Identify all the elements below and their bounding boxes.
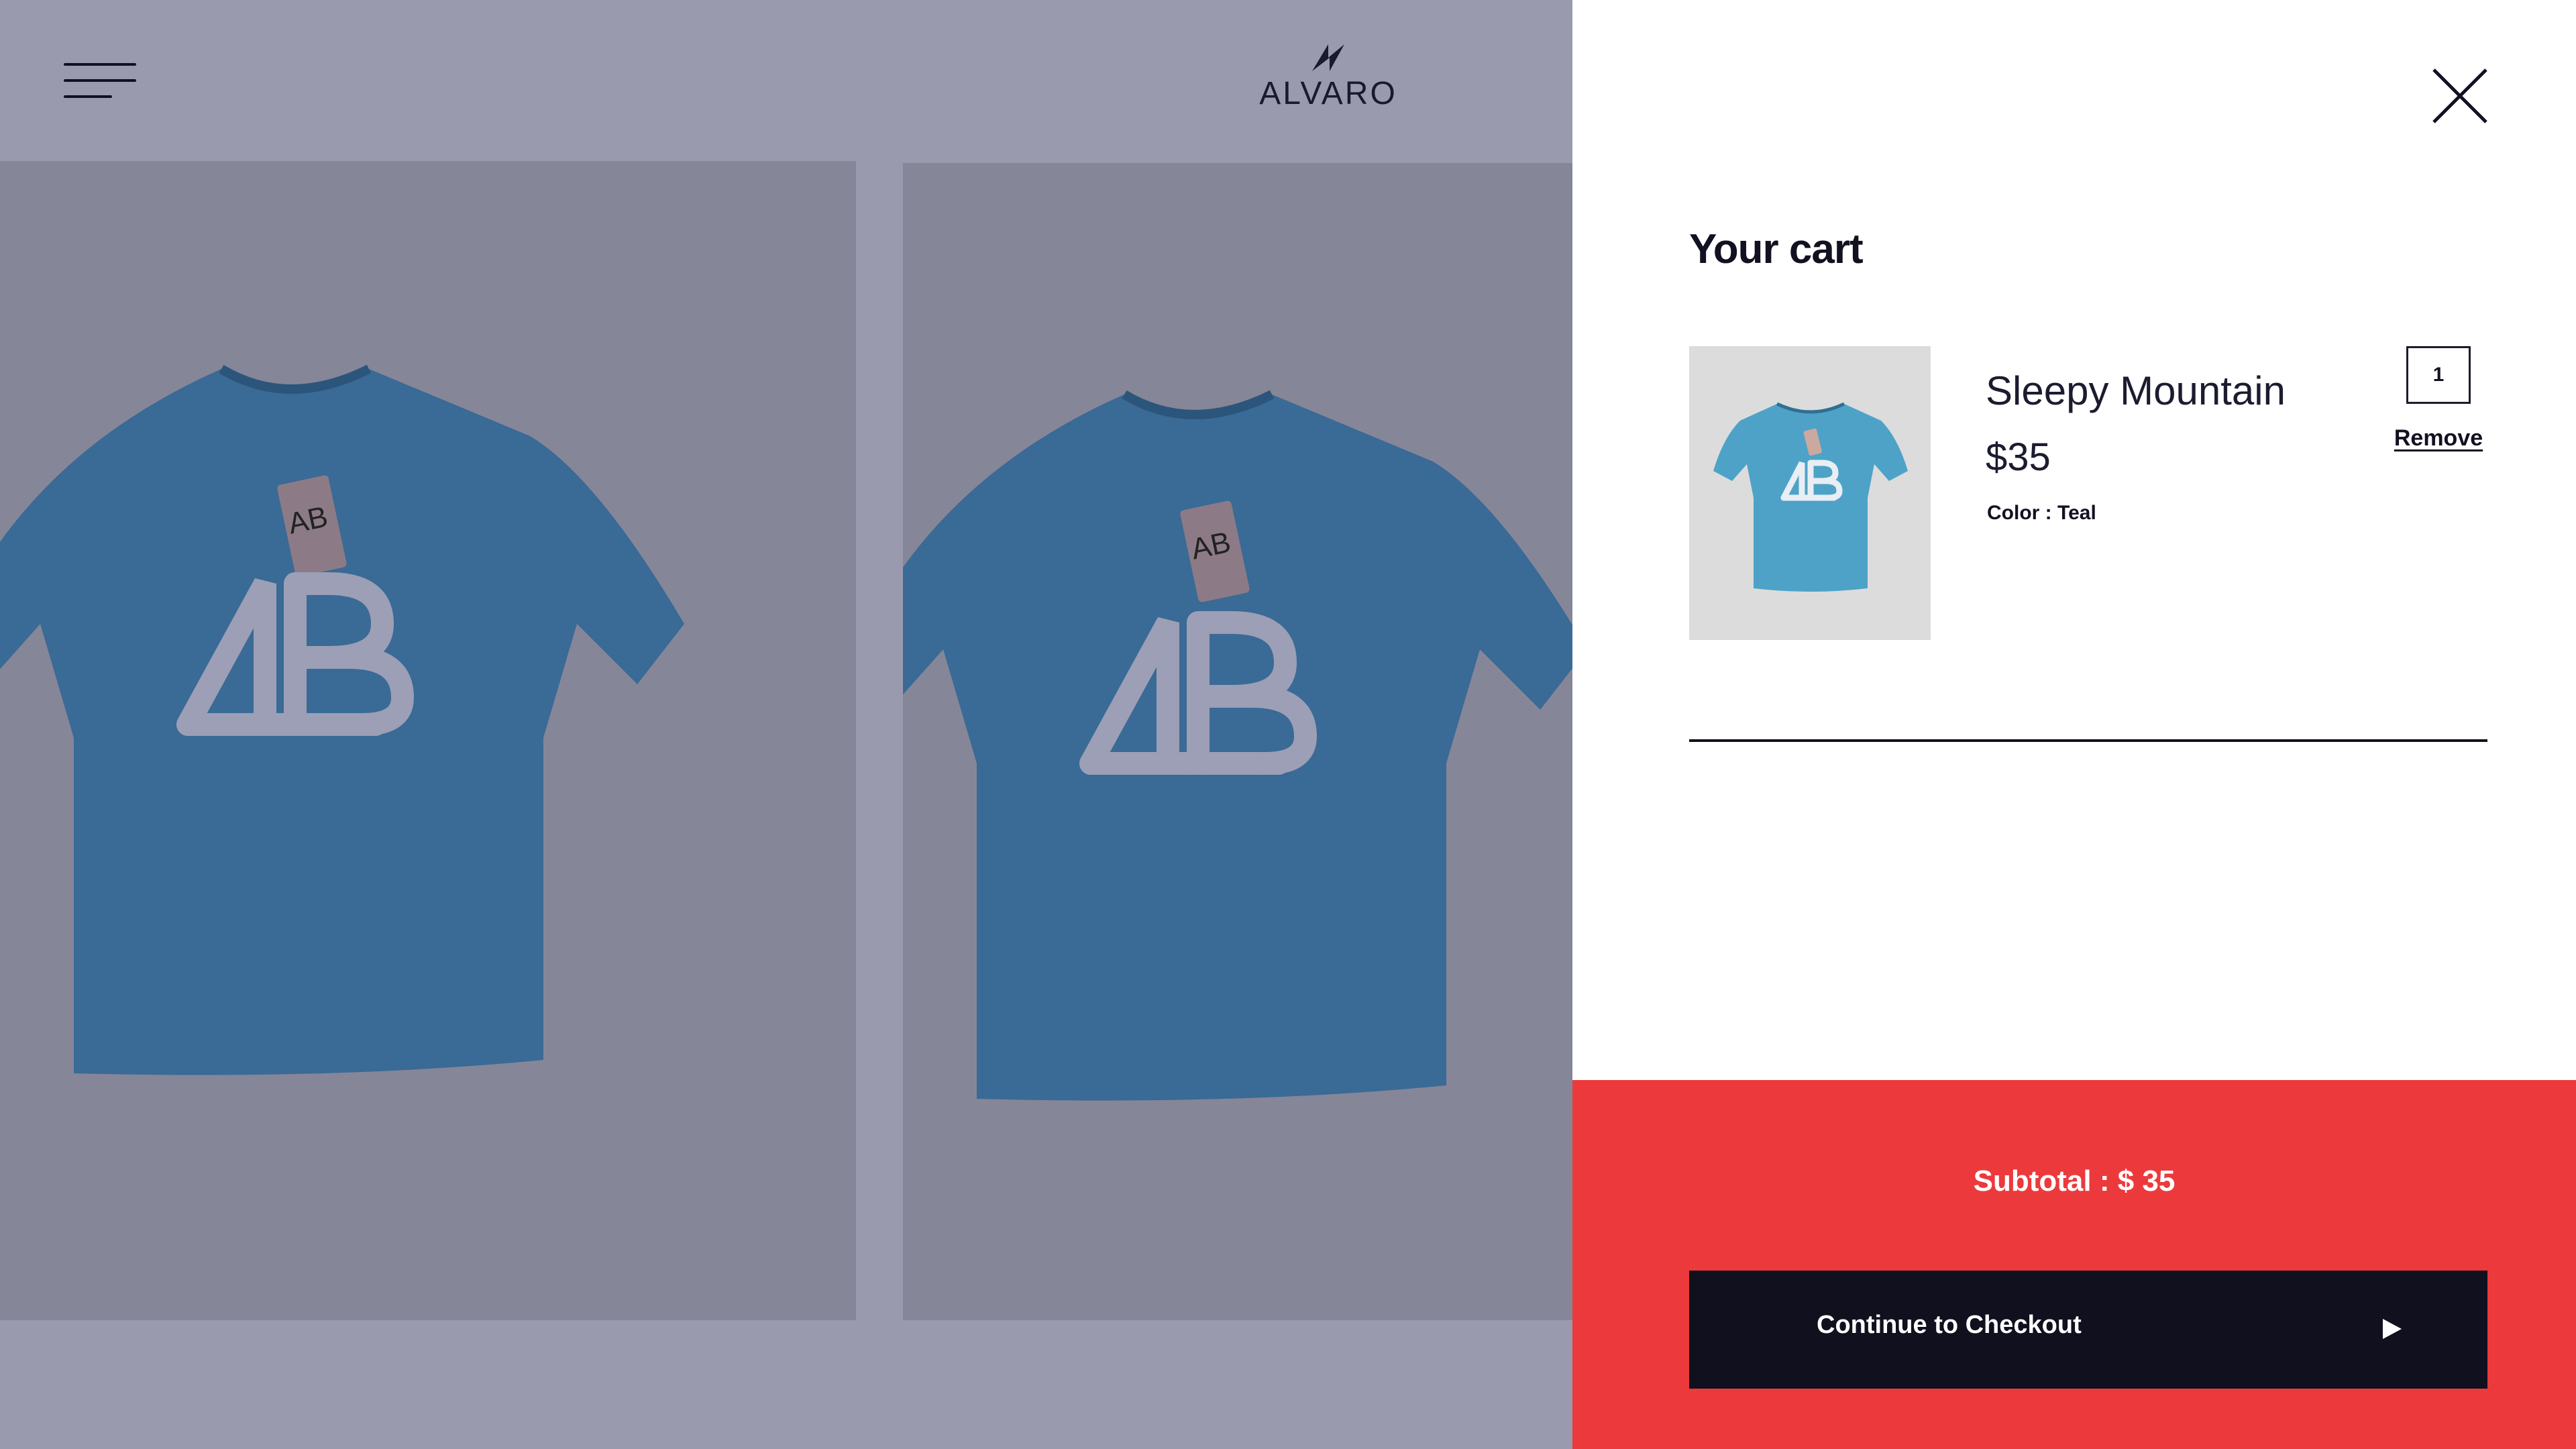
cart-divider: [1689, 739, 2487, 742]
hamburger-menu-icon[interactable]: [64, 62, 136, 99]
cart-footer: Subtotal : $ 35 Continue to Checkout: [1572, 1080, 2576, 1449]
cart-item-thumbnail[interactable]: [1689, 346, 1931, 640]
brand-logo[interactable]: ALVARO: [1248, 43, 1409, 123]
close-icon[interactable]: [2431, 67, 2489, 125]
product-card[interactable]: AB: [903, 163, 1572, 1320]
lightning-logo-icon: [1312, 44, 1344, 71]
brand-name: ALVARO: [1259, 76, 1397, 111]
remove-item-link[interactable]: Remove: [2391, 425, 2486, 451]
quantity-input[interactable]: 1: [2406, 346, 2471, 404]
checkout-button-label: Continue to Checkout: [1817, 1311, 2082, 1339]
tshirt-image: AB: [0, 364, 684, 1075]
subtotal-text: Subtotal : $ 35: [1973, 1165, 2176, 1197]
cart-item-color: Color : Teal: [1987, 502, 2096, 524]
checkout-button[interactable]: Continue to Checkout: [1689, 1271, 2487, 1389]
product-card[interactable]: AB: [0, 161, 856, 1320]
tshirt-image: AB: [903, 390, 1572, 1101]
cart-item-price: $35: [1986, 435, 2051, 479]
cart-title: Your cart: [1689, 226, 1864, 272]
storefront-background[interactable]: ALVARO AB AB: [0, 0, 1572, 1449]
page: ALVARO AB AB Your cart Sleepy Mountain $…: [0, 0, 2576, 1449]
cart-drawer: Your cart Sleepy Mountain $35 Color: Te…: [1572, 0, 2576, 1449]
play-arrow-icon: [2383, 1319, 2402, 1339]
tshirt-thumbnail-image: [1713, 402, 1908, 592]
cart-item-name[interactable]: Sleepy Mountain: [1986, 368, 2286, 414]
